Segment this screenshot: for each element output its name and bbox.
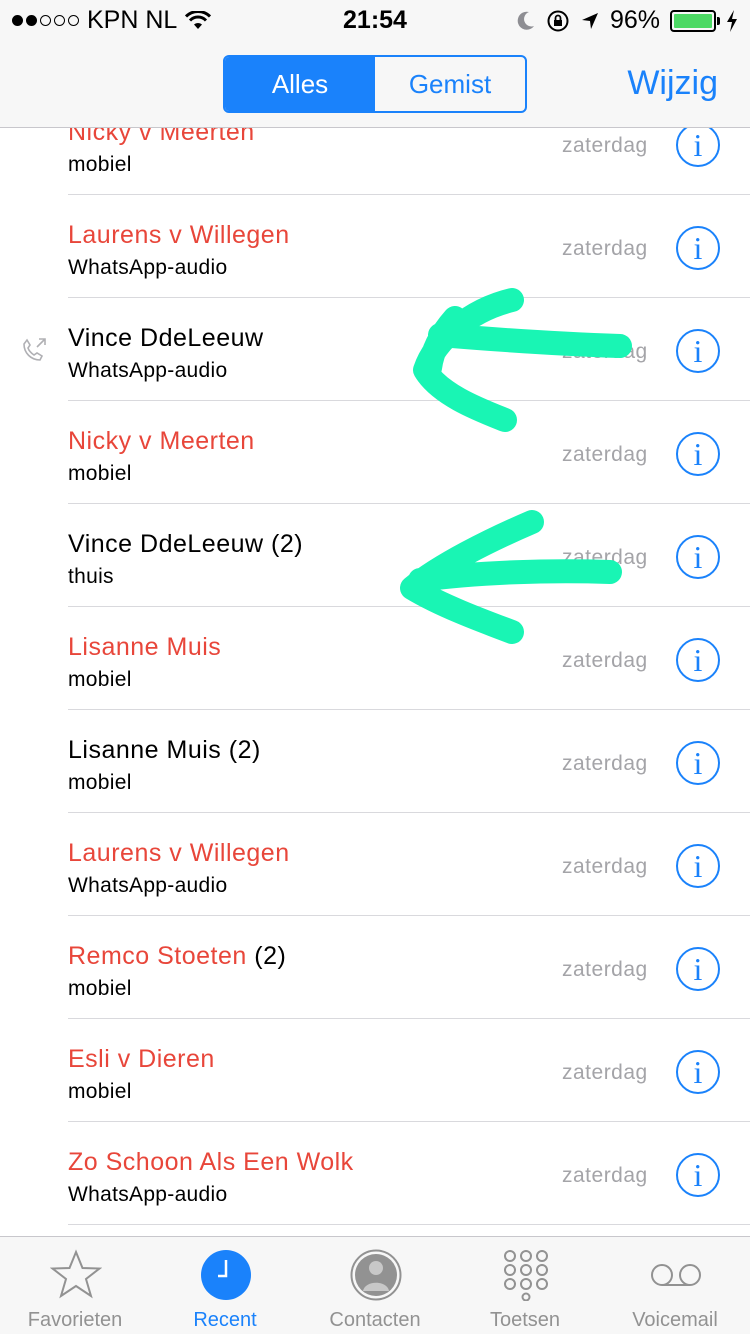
call-date: zaterdag (562, 237, 648, 260)
caller-name-text: Laurens v Willegen (68, 221, 290, 249)
call-count: (2) (246, 942, 287, 970)
rotation-lock-icon (547, 10, 569, 31)
tab-contacten[interactable]: Contacten (300, 1237, 450, 1334)
call-row[interactable]: Esli v Dieren mobiel zaterdag i (0, 1019, 750, 1122)
call-count: (2) (263, 530, 304, 558)
battery-percentage: 96% (609, 6, 660, 34)
caller-name: Vince DdeLeeuw (2) (68, 530, 303, 559)
top-bar: KPN NL 21:54 96% Alles Gemist Wijzig (0, 0, 750, 128)
status-right: 96% (516, 6, 738, 35)
tab-label: Recent (193, 1309, 257, 1331)
call-row[interactable]: Vince DdeLeeuw WhatsApp-audio zaterdag i (0, 298, 750, 401)
star-icon (50, 1249, 102, 1299)
info-icon[interactable]: i (676, 1153, 720, 1197)
call-type: mobiel (68, 462, 132, 485)
info-icon[interactable]: i (676, 535, 720, 579)
tab-label: Favorieten (27, 1309, 123, 1331)
call-count: (2) (221, 736, 261, 764)
segment-all[interactable]: Alles (225, 57, 375, 111)
tab-label: Contacten (329, 1309, 421, 1331)
row-separator (68, 1224, 750, 1225)
info-icon[interactable]: i (676, 329, 720, 373)
call-row[interactable]: Nicky v Meerten mobiel zaterdag i (0, 401, 750, 504)
tab-label: Voicemail (632, 1309, 718, 1331)
charging-bolt-icon (727, 9, 737, 32)
edit-button[interactable]: Wijzig (627, 64, 718, 103)
call-row[interactable]: Remco Stoeten (2) mobiel zaterdag i (0, 916, 750, 1019)
status-bar: KPN NL 21:54 96% (0, 0, 750, 40)
caller-name: Esli v Dieren (68, 1045, 215, 1074)
caller-name-text: Vince DdeLeeuw (68, 530, 264, 558)
caller-name-text: Esli v Dieren (68, 1045, 215, 1073)
info-icon[interactable]: i (676, 844, 720, 888)
caller-name: Nicky v Meerten (68, 427, 255, 456)
call-type: mobiel (68, 977, 132, 1000)
call-type: WhatsApp-audio (68, 874, 228, 897)
info-icon[interactable]: i (676, 947, 720, 991)
call-date: zaterdag (562, 1061, 648, 1084)
moon-icon (517, 11, 534, 30)
caller-name: Laurens v Willegen (68, 221, 290, 250)
keypad-icon (504, 1250, 548, 1301)
battery-icon (670, 9, 720, 32)
call-type: mobiel (68, 1080, 132, 1103)
caller-name: Vince DdeLeeuw (68, 324, 264, 353)
info-icon[interactable]: i (676, 1050, 720, 1094)
call-type: thuis (68, 565, 114, 588)
call-type: mobiel (68, 668, 132, 691)
tab-recent[interactable]: Recent (150, 1237, 300, 1334)
call-row[interactable]: Vince DdeLeeuw (2) thuis zaterdag i (0, 504, 750, 607)
tab-voicemail[interactable]: Voicemail (600, 1237, 750, 1334)
call-type: mobiel (68, 153, 132, 176)
call-date: zaterdag (562, 958, 648, 981)
call-row[interactable]: Lisanne Muis (2) mobiel zaterdag i (0, 710, 750, 813)
caller-name-text: Lisanne Muis (68, 736, 222, 764)
contact-icon (350, 1249, 402, 1301)
caller-name-text: Laurens v Willegen (68, 839, 290, 867)
clock-icon (201, 1250, 251, 1300)
tab-bar: Favorieten Recent Contacten Toetsen Voic… (0, 1236, 750, 1334)
call-row[interactable]: Lisanne Muis mobiel zaterdag i (0, 607, 750, 710)
call-row[interactable]: Laurens v Willegen WhatsApp-audio zaterdag… (0, 813, 750, 916)
info-icon[interactable]: i (676, 638, 720, 682)
caller-name-text: Vince DdeLeeuw (68, 324, 264, 352)
info-icon[interactable]: i (676, 741, 720, 785)
segment-missed[interactable]: Gemist (375, 57, 525, 111)
call-row[interactable]: Laurens v Willegen WhatsApp-audio zaterdag… (0, 195, 750, 298)
caller-name: Zo Schoon Als Een Wolk (68, 1148, 354, 1177)
caller-name: Laurens v Willegen (68, 839, 290, 868)
call-date: zaterdag (562, 855, 648, 878)
call-date: zaterdag (562, 340, 648, 363)
call-filter-segmented-control: Alles Gemist (223, 55, 527, 113)
call-date: zaterdag (562, 1164, 648, 1187)
call-date: zaterdag (562, 649, 648, 672)
call-type: mobiel (68, 771, 132, 794)
call-type: WhatsApp-audio (68, 256, 228, 279)
tab-label: Toetsen (489, 1309, 561, 1331)
call-row[interactable]: Zo Schoon Als Een Wolk WhatsApp-audio zate… (0, 1122, 750, 1225)
call-date: zaterdag (562, 752, 648, 775)
caller-name: Lisanne Muis (2) (68, 736, 261, 765)
call-date: zaterdag (562, 134, 648, 157)
caller-name-text: Zo Schoon Als Een Wolk (68, 1148, 354, 1176)
outgoing-call-icon (23, 338, 46, 361)
info-icon[interactable]: i (676, 432, 720, 476)
location-icon (581, 12, 598, 29)
caller-name: Remco Stoeten (2) (68, 942, 286, 971)
caller-name: Lisanne Muis (68, 633, 221, 662)
call-date: zaterdag (562, 443, 648, 466)
caller-name-text: Remco Stoeten (68, 942, 247, 970)
caller-name-text: Lisanne Muis (68, 633, 222, 661)
call-type: WhatsApp-audio (68, 359, 228, 382)
call-type: WhatsApp-audio (68, 1183, 228, 1206)
info-icon[interactable]: i (676, 123, 720, 167)
recent-calls-list: Nicky v Meerten mobiel zaterdag i Laurens v … (0, 92, 750, 1225)
tab-toetsen[interactable]: Toetsen (450, 1237, 600, 1334)
caller-name-text: Nicky v Meerten (68, 427, 255, 455)
info-icon[interactable]: i (676, 226, 720, 270)
tab-favorieten[interactable]: Favorieten (0, 1237, 150, 1334)
voicemail-icon (651, 1264, 701, 1286)
call-date: zaterdag (562, 546, 648, 569)
